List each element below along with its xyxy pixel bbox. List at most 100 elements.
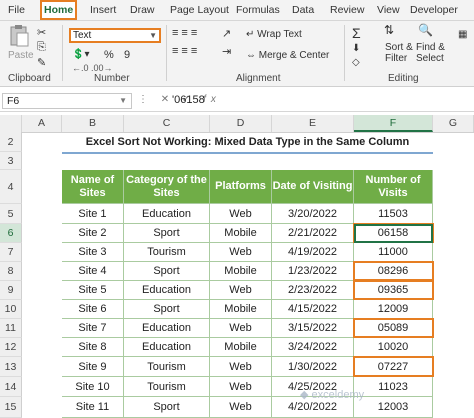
table-cell[interactable]: Tourism: [124, 377, 210, 397]
row-header-4[interactable]: 4: [0, 170, 22, 204]
table-cell[interactable]: 2/21/2022: [272, 224, 354, 243]
formula-input[interactable]: '06158: [172, 94, 205, 106]
select-all-corner[interactable]: [0, 115, 22, 132]
table-cell[interactable]: Mobile: [210, 224, 272, 243]
table-cell[interactable]: 1/30/2022: [272, 357, 354, 377]
table-cell[interactable]: Web: [210, 281, 272, 300]
column-header-d[interactable]: D: [210, 115, 272, 132]
cut-icon[interactable]: ✂: [37, 26, 46, 39]
merge-center-button[interactable]: ⇔ Merge & Center: [246, 50, 329, 61]
table-cell[interactable]: Education: [124, 319, 210, 338]
menu-developer[interactable]: Developer: [410, 0, 458, 20]
table-cell[interactable]: Web: [210, 357, 272, 377]
format-painter-icon[interactable]: ✎: [37, 56, 46, 69]
table-cell[interactable]: 12003: [354, 397, 433, 418]
table-cell[interactable]: 12009: [354, 300, 433, 319]
table-cell[interactable]: Education: [124, 338, 210, 357]
menu-draw[interactable]: Draw: [130, 0, 155, 20]
menu-insert[interactable]: Insert: [90, 0, 116, 20]
table-cell[interactable]: Web: [210, 397, 272, 418]
table-cell[interactable]: 3/24/2022: [272, 338, 354, 357]
table-cell[interactable]: Web: [210, 377, 272, 397]
number-format-dropdown[interactable]: Text ▼: [69, 28, 161, 43]
clear-icon[interactable]: ◇: [352, 57, 360, 68]
table-cell[interactable]: Sport: [124, 224, 210, 243]
table-cell[interactable]: 1/23/2022: [272, 262, 354, 281]
table-header-cell[interactable]: Category of the Sites: [124, 170, 210, 204]
table-cell[interactable]: Sport: [124, 300, 210, 319]
table-cell[interactable]: Site 9: [62, 357, 124, 377]
table-cell[interactable]: Site 6: [62, 300, 124, 319]
table-cell[interactable]: Site 3: [62, 243, 124, 262]
row-header-12[interactable]: 12: [0, 338, 22, 357]
row-header-5[interactable]: 5: [0, 204, 22, 224]
table-cell[interactable]: 10020: [354, 338, 433, 357]
table-cell[interactable]: Site 4: [62, 262, 124, 281]
wrap-text-button[interactable]: ↵ Wrap Text: [246, 29, 302, 40]
table-cell[interactable]: Web: [210, 243, 272, 262]
table-cell[interactable]: Web: [210, 319, 272, 338]
row-header-15[interactable]: 15: [0, 397, 22, 418]
row-header-13[interactable]: 13: [0, 357, 22, 377]
analyze-data-icon[interactable]: ▦: [458, 29, 467, 40]
column-header-f[interactable]: F: [354, 115, 433, 132]
table-cell[interactable]: Site 5: [62, 281, 124, 300]
row-header-2[interactable]: 2: [0, 132, 22, 152]
table-cell[interactable]: 2/23/2022: [272, 281, 354, 300]
increase-decimal-icon[interactable]: ←.0 .00→: [72, 63, 113, 73]
column-header-c[interactable]: C: [124, 115, 210, 132]
table-cell[interactable]: 4/19/2022: [272, 243, 354, 262]
sheet-title[interactable]: Excel Sort Not Working: Mixed Data Type …: [62, 132, 433, 154]
menu-home[interactable]: Home: [40, 0, 78, 20]
table-header-cell[interactable]: Name of Sites: [62, 170, 124, 204]
table-cell[interactable]: Web: [210, 204, 272, 224]
table-cell[interactable]: Mobile: [210, 300, 272, 319]
fill-icon[interactable]: ⬇: [352, 43, 360, 54]
percent-format-button[interactable]: %: [104, 49, 114, 61]
menu-review[interactable]: Review: [330, 0, 364, 20]
table-cell[interactable]: Tourism: [124, 357, 210, 377]
table-cell[interactable]: Site 7: [62, 319, 124, 338]
align-text-icons[interactable]: ≡≡≡: [172, 45, 200, 57]
table-cell[interactable]: Site 10: [62, 377, 124, 397]
table-cell[interactable]: Site 11: [62, 397, 124, 418]
table-cell[interactable]: 4/15/2022: [272, 300, 354, 319]
table-cell[interactable]: 08296: [354, 262, 433, 281]
column-header-b[interactable]: B: [62, 115, 124, 132]
copy-icon[interactable]: ⎘: [37, 41, 46, 54]
paste-button[interactable]: [8, 24, 30, 51]
table-cell[interactable]: 06158: [354, 224, 433, 243]
top-align-icons[interactable]: ≡≡≡: [172, 27, 200, 39]
row-header-7[interactable]: 7: [0, 243, 22, 262]
row-header-9[interactable]: 9: [0, 281, 22, 300]
table-cell[interactable]: Mobile: [210, 338, 272, 357]
table-cell[interactable]: Site 8: [62, 338, 124, 357]
table-cell[interactable]: 09365: [354, 281, 433, 300]
orientation-icon[interactable]: ↗: [222, 27, 231, 40]
table-header-cell[interactable]: Date of Visiting: [272, 170, 354, 204]
table-cell[interactable]: 3/15/2022: [272, 319, 354, 338]
column-header-a[interactable]: A: [22, 115, 62, 132]
column-header-g[interactable]: G: [433, 115, 474, 132]
table-cell[interactable]: Mobile: [210, 262, 272, 281]
indent-icon[interactable]: ⇥: [222, 45, 231, 58]
table-cell[interactable]: Site 1: [62, 204, 124, 224]
find-select-button[interactable]: Find & Select: [416, 42, 445, 64]
name-box[interactable]: F6 ▼: [2, 93, 132, 109]
sort-filter-button[interactable]: Sort & Filter: [385, 42, 413, 64]
row-header-3[interactable]: 3: [0, 152, 22, 170]
row-header-14[interactable]: 14: [0, 377, 22, 397]
column-header-e[interactable]: E: [272, 115, 354, 132]
menu-formulas[interactable]: Formulas: [236, 0, 280, 20]
comma-format-button[interactable]: 9: [124, 49, 130, 61]
row-header-10[interactable]: 10: [0, 300, 22, 319]
table-cell[interactable]: 07227: [354, 357, 433, 377]
menu-data[interactable]: Data: [292, 0, 314, 20]
row-header-11[interactable]: 11: [0, 319, 22, 338]
row-header-6[interactable]: 6: [0, 224, 22, 243]
table-header-cell[interactable]: Number of Visits: [354, 170, 433, 204]
menu-file[interactable]: File: [8, 0, 25, 20]
menu-view[interactable]: View: [377, 0, 400, 20]
table-cell[interactable]: Education: [124, 204, 210, 224]
autosum-icon[interactable]: Σ: [352, 25, 361, 41]
